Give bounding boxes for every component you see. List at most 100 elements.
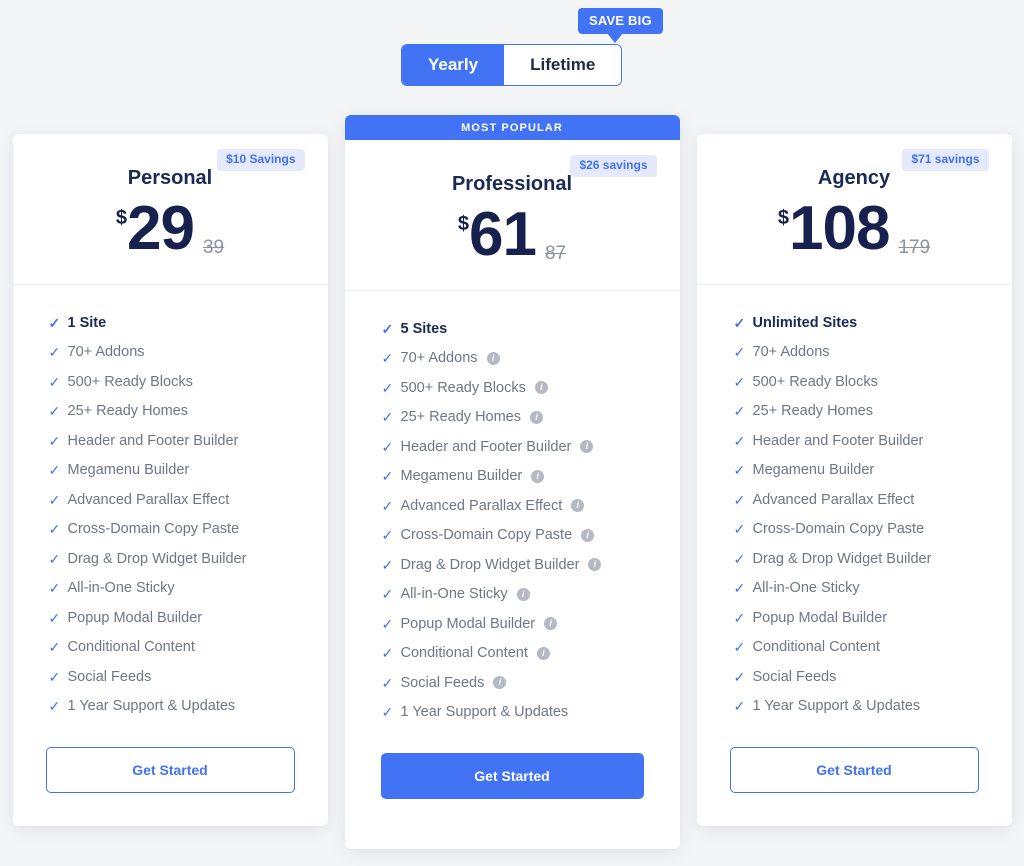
info-icon[interactable]: i xyxy=(536,646,550,660)
feature-label: 5 Sites xyxy=(400,320,448,337)
feature-label: Cross-Domain Copy Paste xyxy=(752,521,925,538)
price-row: $29 39 xyxy=(13,198,328,284)
feature-label: Unlimited Sites xyxy=(752,314,858,331)
feature-item: ✓ Cross-Domain Copy Paste xyxy=(697,515,1012,545)
save-big-badge: SAVE BIG xyxy=(578,8,663,43)
feature-item: ✓ 500+ Ready Blocks xyxy=(13,367,328,397)
info-icon[interactable]: i xyxy=(516,587,530,601)
get-started-button[interactable]: Get Started xyxy=(729,747,979,793)
check-icon: ✓ xyxy=(48,698,61,715)
feature-label: 70+ Addons xyxy=(752,344,830,361)
price-amount: 108 xyxy=(788,194,890,263)
feature-item: ✓ All-in-One Sticky xyxy=(697,574,1012,604)
info-icon[interactable]: i xyxy=(534,381,548,395)
feature-item: ✓ Header and Footer Builder xyxy=(13,426,328,456)
original-price: 39 xyxy=(202,237,225,258)
check-icon: ✓ xyxy=(381,704,394,721)
feature-item: ✓ Popup Modal Builder i xyxy=(345,609,680,639)
check-icon: ✓ xyxy=(48,344,61,361)
check-icon: ✓ xyxy=(381,409,394,426)
currency-symbol: $ xyxy=(115,207,127,229)
check-icon: ✓ xyxy=(381,615,394,632)
feature-item: ✓ All-in-One Sticky i xyxy=(345,580,680,610)
card-header: $71 savings Agency $108 179 xyxy=(696,134,1012,285)
get-started-button[interactable]: Get Started xyxy=(380,753,644,799)
check-icon: ✓ xyxy=(381,438,394,455)
feature-item: ✓ Header and Footer Builder xyxy=(697,426,1012,456)
feature-item: ✓ Drag & Drop Widget Builder i xyxy=(345,550,680,580)
feature-label: 1 Year Support & Updates xyxy=(67,698,236,715)
billing-toggle-yearly[interactable]: Yearly xyxy=(402,45,505,85)
info-icon[interactable]: i xyxy=(544,617,558,631)
feature-item: ✓ Header and Footer Builder i xyxy=(345,432,680,462)
check-icon: ✓ xyxy=(48,373,61,390)
check-icon: ✓ xyxy=(733,344,746,361)
feature-item: ✓ Unlimited Sites xyxy=(697,308,1012,338)
feature-item: ✓ Advanced Parallax Effect i xyxy=(345,491,680,521)
info-icon[interactable]: i xyxy=(493,676,507,690)
info-icon[interactable]: i xyxy=(588,558,602,572)
card-header: $26 savings Professional $61 87 xyxy=(344,140,680,291)
check-icon: ✓ xyxy=(733,403,746,420)
currency-symbol: $ xyxy=(777,207,789,229)
pricing-card-agency: $71 savings Agency $108 179 ✓ Unlimited Sites… xyxy=(696,134,1012,826)
feature-list: ✓ 1 Site ✓ 70+ Addons ✓ 500+ Ready Blocks ✓ 25+… xyxy=(13,285,328,721)
feature-label: Social Feeds xyxy=(752,668,837,685)
info-icon[interactable]: i xyxy=(531,469,545,483)
currency-symbol: $ xyxy=(457,213,469,235)
feature-item: ✓ 70+ Addons i xyxy=(345,344,680,374)
check-icon: ✓ xyxy=(733,373,746,390)
feature-item: ✓ 500+ Ready Blocks xyxy=(697,367,1012,397)
feature-label: 500+ Ready Blocks xyxy=(752,373,878,390)
feature-item: ✓ Popup Modal Builder xyxy=(13,603,328,633)
billing-toggle-lifetime[interactable]: Lifetime xyxy=(504,45,622,85)
feature-item: ✓ Advanced Parallax Effect xyxy=(697,485,1012,515)
check-icon: ✓ xyxy=(48,491,61,508)
feature-label: Advanced Parallax Effect xyxy=(752,491,915,508)
price-row: $61 87 xyxy=(345,204,680,290)
cta-container: Get Started xyxy=(697,721,1012,793)
feature-label: All-in-One Sticky xyxy=(752,580,860,597)
feature-item: ✓ Social Feeds i xyxy=(345,668,680,698)
feature-label: Social Feeds xyxy=(67,668,152,685)
feature-list: ✓ 5 Sites ✓ 70+ Addons i ✓ 500+ Ready Blocks i ✓… xyxy=(345,291,680,727)
feature-label: Advanced Parallax Effect xyxy=(400,497,563,514)
savings-badge: $10 Savings xyxy=(217,149,305,171)
info-icon[interactable]: i xyxy=(571,499,585,513)
check-icon: ✓ xyxy=(733,521,746,538)
card-footer-spacer xyxy=(13,793,328,826)
feature-label: Header and Footer Builder xyxy=(752,432,924,449)
feature-item: ✓ 70+ Addons xyxy=(13,338,328,368)
feature-item: ✓ Conditional Content i xyxy=(345,639,680,669)
feature-label: Drag & Drop Widget Builder xyxy=(67,550,247,567)
info-icon[interactable]: i xyxy=(581,528,595,542)
check-icon: ✓ xyxy=(733,462,746,479)
check-icon: ✓ xyxy=(381,320,394,337)
savings-badge: $71 savings xyxy=(902,149,989,171)
check-icon: ✓ xyxy=(733,698,746,715)
feature-item: ✓ 1 Year Support & Updates xyxy=(13,692,328,722)
feature-label: Popup Modal Builder xyxy=(400,615,536,632)
check-icon: ✓ xyxy=(381,497,394,514)
check-icon: ✓ xyxy=(733,314,746,331)
billing-period-toggle[interactable]: Yearly Lifetime xyxy=(402,45,622,85)
feature-item: ✓ 25+ Ready Homes xyxy=(13,397,328,427)
feature-label: Megamenu Builder xyxy=(67,462,190,479)
feature-label: Megamenu Builder xyxy=(400,468,523,485)
check-icon: ✓ xyxy=(733,668,746,685)
check-icon: ✓ xyxy=(381,350,394,367)
feature-item: ✓ Drag & Drop Widget Builder xyxy=(697,544,1012,574)
check-icon: ✓ xyxy=(381,379,394,396)
check-icon: ✓ xyxy=(381,556,394,573)
check-icon: ✓ xyxy=(48,462,61,479)
feature-label: All-in-One Sticky xyxy=(400,586,508,603)
info-icon[interactable]: i xyxy=(486,351,500,365)
info-icon[interactable]: i xyxy=(530,410,543,424)
feature-item: ✓ 25+ Ready Homes i xyxy=(345,403,680,433)
check-icon: ✓ xyxy=(48,432,61,449)
info-icon[interactable]: i xyxy=(580,440,594,454)
price-amount: 61 xyxy=(469,200,537,269)
get-started-button[interactable]: Get Started xyxy=(45,747,295,793)
feature-label: Advanced Parallax Effect xyxy=(67,491,230,508)
price-amount: 29 xyxy=(127,194,195,263)
